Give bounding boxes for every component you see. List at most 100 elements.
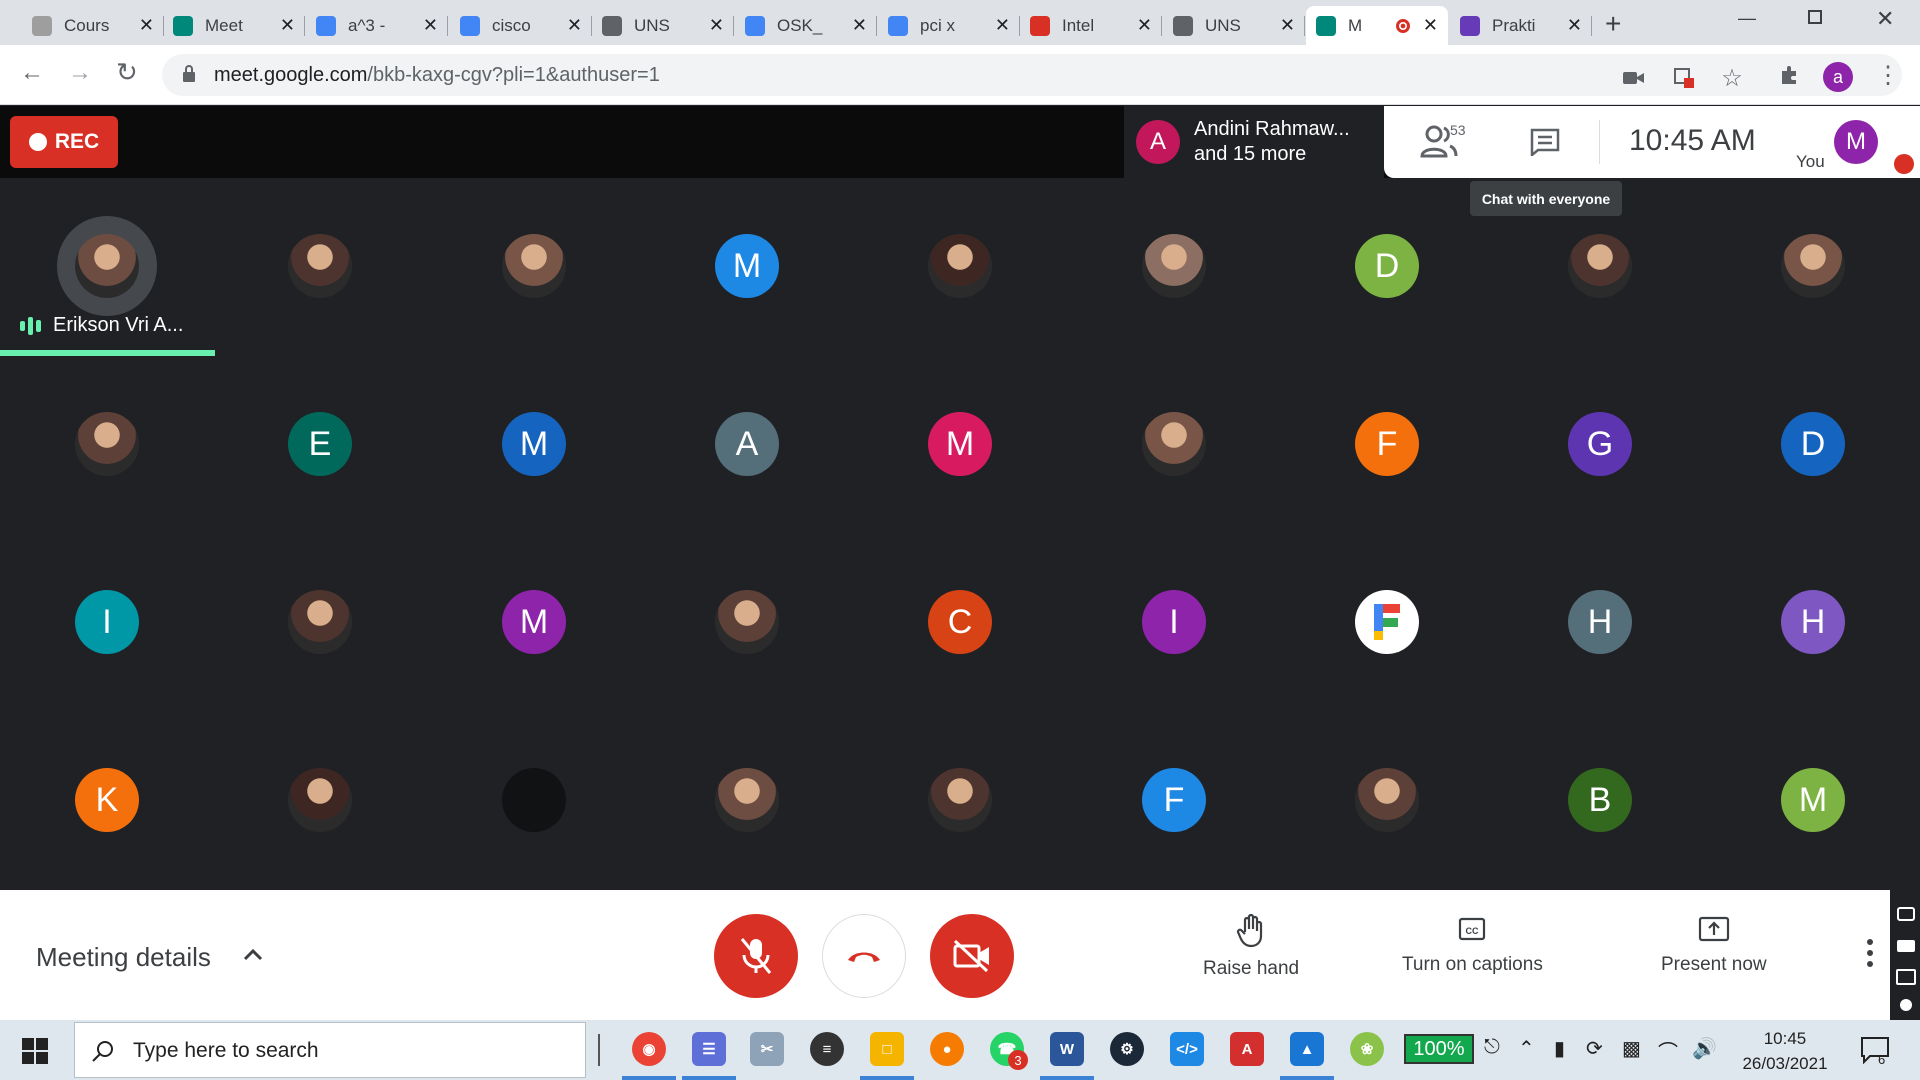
restore-button[interactable] bbox=[1808, 10, 1822, 24]
browser-tab[interactable]: Meet ✕ bbox=[163, 6, 305, 45]
camera-blocked-icon[interactable] bbox=[1622, 66, 1646, 90]
chat-icon[interactable] bbox=[1530, 128, 1560, 156]
taskbar-search-box[interactable]: Type here to search bbox=[74, 1022, 586, 1078]
participant-tile[interactable]: E bbox=[213, 356, 426, 534]
profile-avatar[interactable]: a bbox=[1823, 62, 1853, 92]
camera-toggle-button[interactable] bbox=[930, 914, 1014, 998]
participant-tile[interactable] bbox=[1280, 712, 1493, 890]
participant-tile[interactable] bbox=[1067, 356, 1280, 534]
photos-app-icon[interactable]: ▲ bbox=[1290, 1032, 1324, 1066]
participant-tile[interactable] bbox=[213, 712, 426, 890]
participant-tile[interactable]: H bbox=[1493, 534, 1706, 712]
extensions-icon[interactable] bbox=[1778, 63, 1802, 87]
participant-tile[interactable]: F bbox=[1280, 356, 1493, 534]
participant-tile[interactable]: D bbox=[1280, 178, 1493, 356]
address-bar[interactable]: meet.google.com/bkb-kaxg-cgv?pli=1&authu… bbox=[162, 54, 1902, 96]
reload-button[interactable]: ↻ bbox=[116, 57, 138, 88]
raise-hand-button[interactable]: Raise hand bbox=[1203, 914, 1299, 980]
close-tab-icon[interactable]: ✕ bbox=[709, 15, 724, 36]
participant-tile[interactable]: Erikson Vri A... bbox=[0, 178, 215, 356]
volume-icon[interactable]: 🔊 bbox=[1692, 1036, 1717, 1061]
browser-tab[interactable]: OSK_ ✕ bbox=[735, 6, 877, 45]
participant-tile[interactable]: K bbox=[0, 712, 213, 890]
battery-icon[interactable]: ▩ bbox=[1622, 1036, 1641, 1061]
browser-tab[interactable]: UNS ✕ bbox=[592, 6, 734, 45]
participant-tile[interactable]: M bbox=[853, 356, 1066, 534]
participant-tile[interactable] bbox=[1280, 534, 1493, 712]
usb-icon[interactable]: ⎋ bbox=[1484, 1036, 1500, 1059]
discord-app-icon[interactable]: ☰ bbox=[692, 1032, 726, 1066]
close-tab-icon[interactable]: ✕ bbox=[1137, 15, 1152, 36]
windows-start-icon[interactable] bbox=[22, 1038, 48, 1064]
participant-tile[interactable]: D bbox=[1706, 356, 1919, 534]
snip-app-icon[interactable]: ✂ bbox=[750, 1032, 784, 1066]
popup-blocked-icon[interactable] bbox=[1672, 66, 1696, 90]
new-tab-button[interactable]: + bbox=[1605, 8, 1621, 40]
back-button[interactable]: ← bbox=[20, 59, 44, 87]
browser-tab[interactable]: cisco ✕ bbox=[450, 6, 592, 45]
participant-tile[interactable]: B bbox=[1493, 712, 1706, 890]
mic-toggle-button[interactable] bbox=[714, 914, 798, 998]
participant-tile[interactable] bbox=[1706, 178, 1919, 356]
participant-tile[interactable] bbox=[1067, 178, 1280, 356]
chrome-app-icon[interactable]: ◉ bbox=[632, 1032, 666, 1066]
browser-tab[interactable]: Cours ✕ bbox=[22, 6, 164, 45]
taskbar-clock[interactable]: 10:45 26/03/2021 bbox=[1735, 1026, 1835, 1076]
participant-tile[interactable]: H bbox=[1706, 534, 1919, 712]
close-tab-icon[interactable]: ✕ bbox=[567, 15, 582, 36]
present-now-button[interactable]: Present now bbox=[1661, 914, 1767, 976]
participant-tile[interactable]: F bbox=[1067, 712, 1280, 890]
participant-tile[interactable] bbox=[853, 178, 1066, 356]
epic-app-icon[interactable]: ≡ bbox=[810, 1032, 844, 1066]
steam-app-icon[interactable]: ⚙ bbox=[1110, 1032, 1144, 1066]
more-options-icon[interactable] bbox=[1866, 938, 1874, 968]
browser-tab[interactable]: pci x ✕ bbox=[878, 6, 1020, 45]
participant-tile[interactable]: M bbox=[1706, 712, 1919, 890]
browser-tab[interactable]: Prakti ✕ bbox=[1450, 6, 1592, 45]
participant-tile[interactable]: A bbox=[640, 356, 853, 534]
close-tab-icon[interactable]: ✕ bbox=[1280, 15, 1295, 36]
chevron-up-icon[interactable] bbox=[242, 944, 264, 966]
battery-indicator[interactable]: 100% bbox=[1404, 1034, 1474, 1064]
participant-tile[interactable] bbox=[213, 534, 426, 712]
participant-tile[interactable] bbox=[427, 178, 640, 356]
meeting-details-button[interactable]: Meeting details bbox=[36, 942, 211, 973]
vscode-app-icon[interactable]: </> bbox=[1170, 1032, 1204, 1066]
close-tab-icon[interactable]: ✕ bbox=[1567, 15, 1582, 36]
participant-tile[interactable]: I bbox=[0, 534, 213, 712]
browser-tab[interactable]: M ✕ bbox=[1306, 6, 1448, 45]
close-tab-icon[interactable]: ✕ bbox=[280, 15, 295, 36]
participant-tile[interactable]: C bbox=[853, 534, 1066, 712]
browser-tab[interactable]: a^3 - ✕ bbox=[306, 6, 448, 45]
browser-tab[interactable]: Intel ✕ bbox=[1020, 6, 1162, 45]
participant-tile[interactable] bbox=[213, 178, 426, 356]
close-tab-icon[interactable]: ✕ bbox=[995, 15, 1010, 36]
notification-icon[interactable] bbox=[1860, 1036, 1890, 1064]
browser-menu-icon[interactable]: ⋮ bbox=[1876, 62, 1900, 89]
wifi-icon[interactable]: ⌒ bbox=[1658, 1036, 1678, 1065]
close-tab-icon[interactable]: ✕ bbox=[852, 15, 867, 36]
acrobat-app-icon[interactable]: A bbox=[1230, 1032, 1264, 1066]
word-app-icon[interactable]: W bbox=[1050, 1032, 1084, 1066]
browser-tab[interactable]: UNS ✕ bbox=[1163, 6, 1305, 45]
participant-tile[interactable] bbox=[640, 534, 853, 712]
sync-icon[interactable]: ⟳ bbox=[1586, 1036, 1603, 1061]
participant-tile[interactable]: M bbox=[427, 534, 640, 712]
self-avatar[interactable]: M bbox=[1834, 120, 1878, 164]
microphone-icon[interactable]: ▮ bbox=[1554, 1036, 1565, 1061]
fl-studio-icon[interactable]: ● bbox=[930, 1032, 964, 1066]
side-tools-icon[interactable] bbox=[1890, 890, 1920, 1020]
participant-tile[interactable]: M bbox=[640, 178, 853, 356]
close-tab-icon[interactable]: ✕ bbox=[139, 15, 154, 36]
participant-tile[interactable]: M bbox=[427, 356, 640, 534]
close-tab-icon[interactable]: ✕ bbox=[423, 15, 438, 36]
leave-call-button[interactable] bbox=[822, 914, 906, 998]
participant-tile[interactable] bbox=[640, 712, 853, 890]
chevron-up-icon[interactable]: ⌃ bbox=[1518, 1036, 1535, 1061]
minimize-button[interactable]: — bbox=[1738, 8, 1756, 29]
presenter-chip[interactable]: A Andini Rahmaw... and 15 more bbox=[1124, 106, 1384, 178]
file-explorer-icon[interactable]: □ bbox=[870, 1032, 904, 1066]
close-window-button[interactable]: ✕ bbox=[1876, 6, 1894, 32]
participant-tile[interactable] bbox=[0, 356, 213, 534]
bookmark-star-icon[interactable]: ☆ bbox=[1720, 65, 1744, 92]
